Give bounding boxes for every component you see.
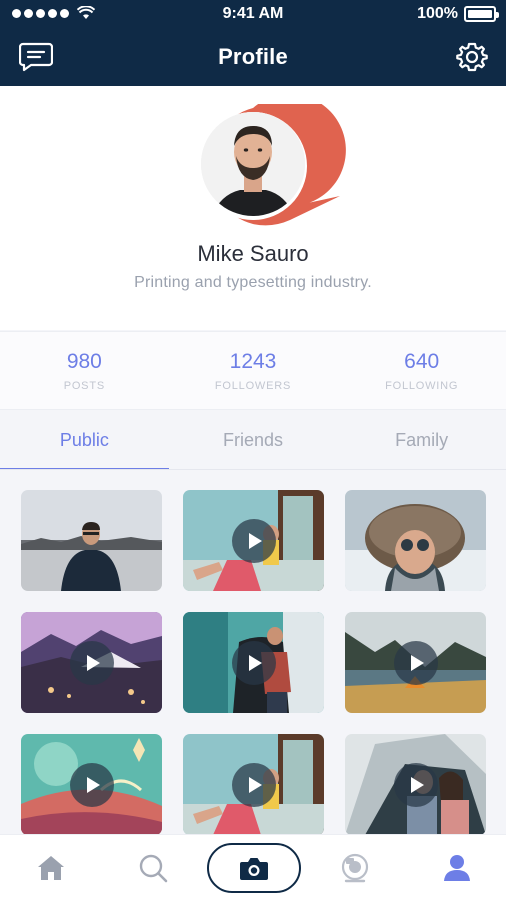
tab-family[interactable]: Family <box>337 411 506 470</box>
media-tile-video[interactable] <box>183 490 324 591</box>
audience-tabs: Public Friends Family <box>0 411 506 470</box>
battery-area: 100% <box>417 5 499 23</box>
nav-search[interactable] <box>118 835 188 900</box>
gear-icon <box>456 42 488 72</box>
stat-value: 980 <box>66 350 102 373</box>
media-tile-photo[interactable] <box>21 490 162 591</box>
home-icon <box>38 856 64 880</box>
top-bar: 9:41 AM 100% Profile <box>0 0 506 86</box>
nav-home[interactable] <box>16 835 86 900</box>
stats-bar: 980 POSTS 1243 FOLLOWERS 640 FOLLOWING <box>0 331 506 410</box>
user-icon <box>444 855 470 881</box>
search-icon <box>139 854 168 883</box>
play-icon <box>393 762 438 807</box>
nav-webcam[interactable] <box>320 835 390 900</box>
stat-label: FOLLOWING <box>385 380 459 392</box>
profile-card: Mike Sauro Printing and typesetting indu… <box>0 86 506 330</box>
battery-icon <box>464 6 499 22</box>
media-tile-video[interactable] <box>345 734 486 834</box>
camera-button[interactable] <box>207 843 301 893</box>
stat-following[interactable]: 640 FOLLOWING <box>337 332 506 409</box>
stat-value: 1243 <box>229 350 277 373</box>
tab-divider <box>0 469 506 470</box>
tab-friends[interactable]: Friends <box>169 411 338 470</box>
settings-button[interactable] <box>454 40 490 74</box>
stat-posts[interactable]: 980 POSTS <box>0 332 169 409</box>
play-icon <box>231 518 276 563</box>
stat-label: POSTS <box>63 380 105 392</box>
nav-profile[interactable] <box>422 835 492 900</box>
play-icon <box>231 640 276 685</box>
battery-percent: 100% <box>417 5 458 22</box>
profile-bio: Printing and typesetting industry. <box>134 274 372 291</box>
tab-public[interactable]: Public <box>0 411 169 470</box>
play-icon <box>69 640 114 685</box>
media-tile-video[interactable] <box>21 612 162 713</box>
play-icon <box>231 762 276 807</box>
stat-followers[interactable]: 1243 FOLLOWERS <box>169 332 338 409</box>
media-tile-video[interactable] <box>21 734 162 834</box>
stat-value: 640 <box>404 350 440 373</box>
play-icon <box>393 640 438 685</box>
media-tile-video[interactable] <box>183 612 324 713</box>
bottom-nav <box>0 834 506 900</box>
profile-name: Mike Sauro <box>197 241 309 266</box>
camera-icon <box>240 858 268 880</box>
play-icon <box>69 762 114 807</box>
avatar[interactable] <box>190 94 350 234</box>
stat-label: FOLLOWERS <box>214 380 292 392</box>
media-tile-video[interactable] <box>183 734 324 834</box>
media-tile-video[interactable] <box>345 612 486 713</box>
page-title: Profile <box>218 44 288 69</box>
media-tile-photo[interactable] <box>345 490 486 591</box>
status-bar: 9:41 AM 100% <box>0 0 506 30</box>
webcam-icon <box>341 853 369 883</box>
media-grid <box>21 490 487 834</box>
